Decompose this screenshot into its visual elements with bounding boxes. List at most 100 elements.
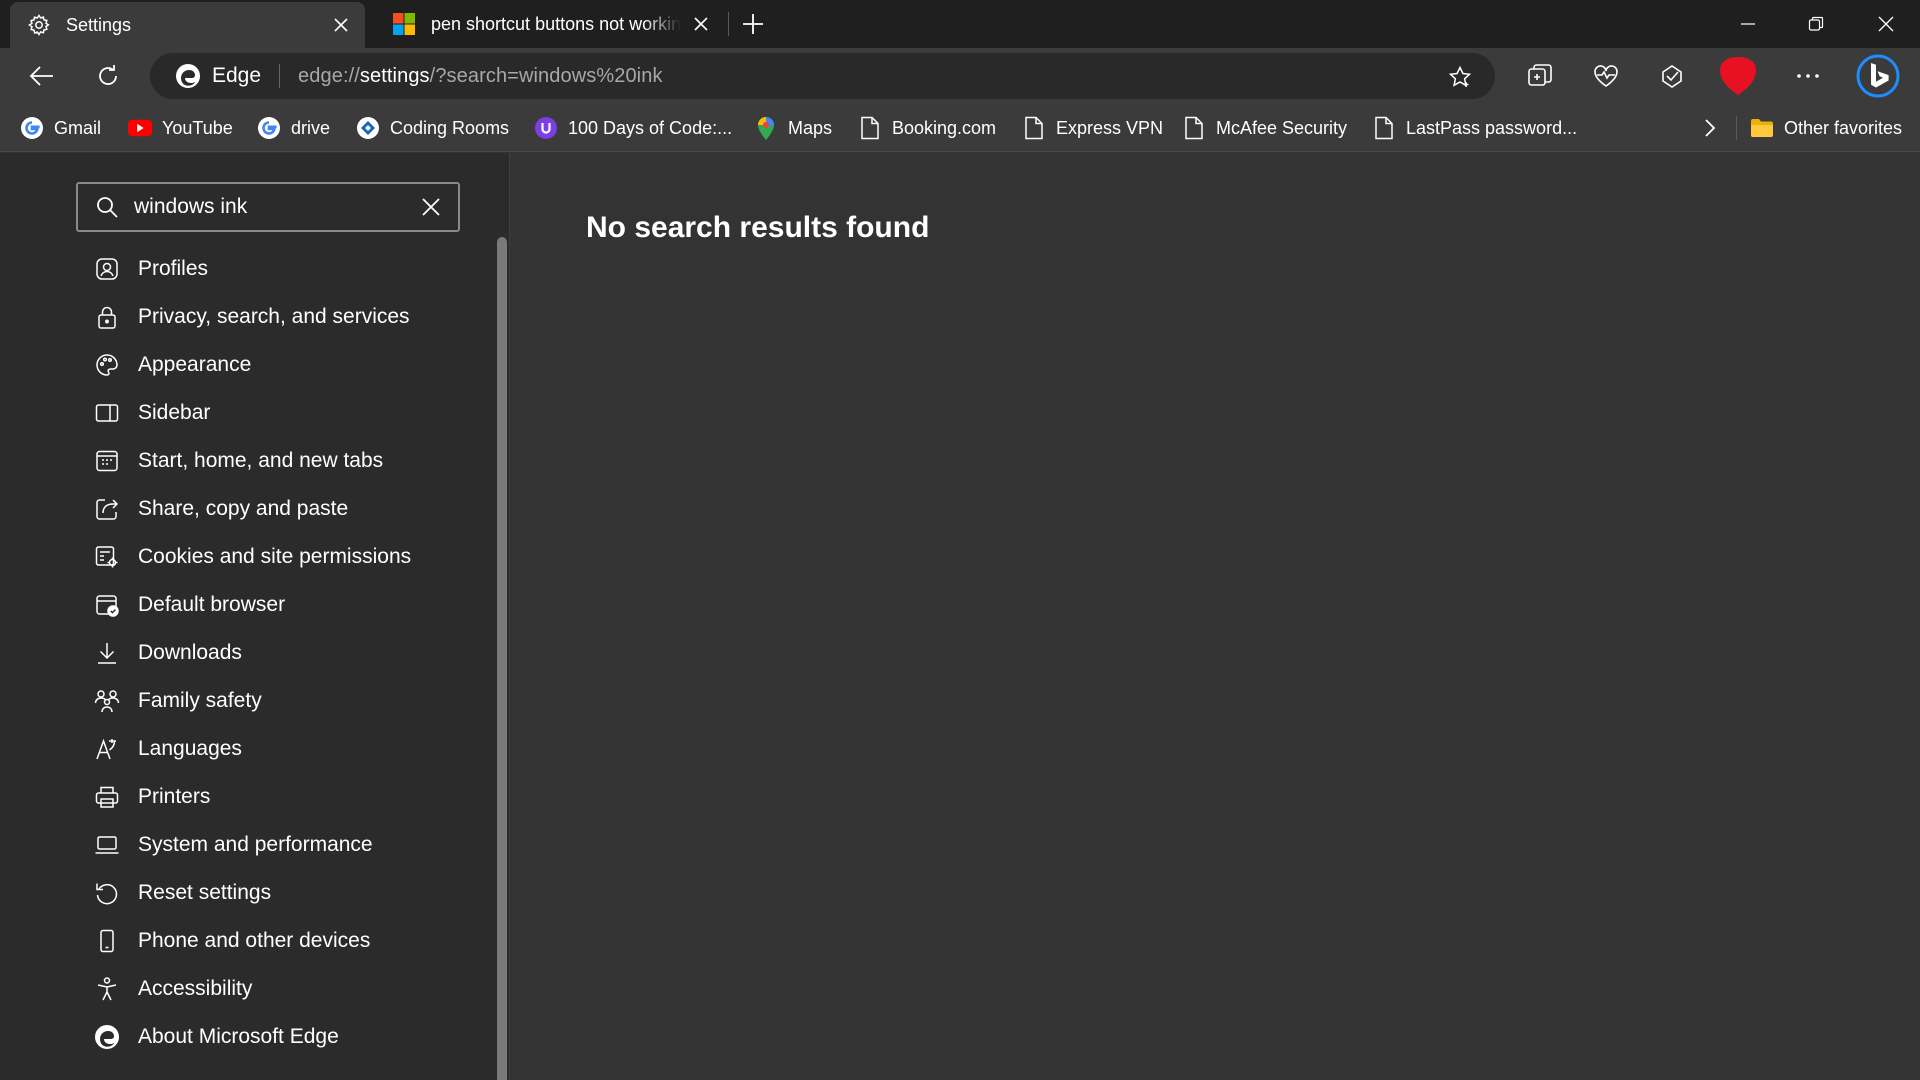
microsoft-logo-icon — [391, 11, 417, 37]
favorite-youtube[interactable]: YouTube — [128, 104, 233, 152]
nav-item-label: Profiles — [138, 257, 209, 280]
nav-item-phone-devices[interactable]: Phone and other devices — [92, 917, 492, 965]
url-text[interactable]: edge://settings/?search=windows%20ink — [298, 65, 663, 88]
nav-item-label: Downloads — [138, 641, 242, 664]
favorite-star-icon[interactable] — [1447, 64, 1473, 90]
nav-item-about-edge[interactable]: About Microsoft Edge — [92, 1013, 492, 1061]
nav-item-label: Default browser — [138, 593, 286, 616]
url-path: /?search=windows%20ink — [429, 64, 663, 87]
tab-pen-shortcut[interactable]: pen shortcut buttons not working — [375, 0, 725, 48]
settings-search-box[interactable] — [76, 182, 460, 232]
search-icon — [94, 194, 120, 220]
back-button[interactable] — [22, 56, 62, 96]
tab-divider — [728, 12, 729, 36]
settings-main-content: No search results found — [511, 153, 1920, 1080]
favorite-label: Coding Rooms — [390, 117, 510, 138]
maps-pin-icon — [754, 116, 778, 140]
nav-item-appearance[interactable]: Appearance — [92, 341, 492, 389]
nav-item-privacy[interactable]: Privacy, search, and services — [92, 293, 492, 341]
url-prefix: edge:// — [298, 64, 360, 87]
lock-icon — [92, 302, 122, 332]
nav-item-sidebar[interactable]: Sidebar — [92, 389, 492, 437]
tab-title: Settings — [66, 14, 132, 35]
nav-item-label: Reset settings — [138, 881, 272, 904]
tab-title: pen shortcut buttons not working — [431, 13, 681, 34]
sidebar-scrollbar[interactable] — [497, 237, 507, 1080]
gear-icon — [26, 12, 52, 38]
phone-icon — [92, 926, 122, 956]
favorite-booking[interactable]: Booking.com — [858, 104, 996, 152]
100-days-icon — [534, 116, 558, 140]
settings-search-input[interactable] — [134, 184, 418, 230]
profile-avatar[interactable] — [1716, 56, 1760, 96]
favorite-coding-rooms[interactable]: Coding Rooms — [356, 104, 509, 152]
nav-item-printers[interactable]: Printers — [92, 773, 492, 821]
youtube-icon — [128, 116, 152, 140]
url-host: settings — [359, 64, 430, 87]
nav-item-label: Sidebar — [138, 401, 211, 424]
address-bar[interactable]: Edge edge://settings/?search=windows%20i… — [150, 53, 1495, 99]
nav-item-system-performance[interactable]: System and performance — [92, 821, 492, 869]
nav-item-accessibility[interactable]: Accessibility — [92, 965, 492, 1013]
edge-logo-icon — [92, 1022, 122, 1052]
favorite-mcafee[interactable]: McAfee Security — [1182, 104, 1347, 152]
close-window-button[interactable] — [1852, 0, 1920, 48]
clear-search-icon[interactable] — [418, 194, 444, 220]
folder-icon — [1750, 116, 1774, 140]
favorite-lastpass[interactable]: LastPass password... — [1372, 104, 1577, 152]
favorite-label: drive — [291, 117, 331, 138]
languages-icon — [92, 734, 122, 764]
nav-item-label: Languages — [138, 737, 242, 760]
share-icon — [92, 494, 122, 524]
new-tab-button[interactable] — [738, 10, 768, 38]
close-tab-icon[interactable] — [329, 13, 353, 37]
page-icon — [1372, 116, 1396, 140]
nav-item-languages[interactable]: Languages — [92, 725, 492, 773]
profiles-icon — [92, 254, 122, 284]
family-icon — [92, 686, 122, 716]
nav-item-reset-settings[interactable]: Reset settings — [92, 869, 492, 917]
browser-essentials-icon[interactable] — [1584, 56, 1628, 96]
nav-item-default-browser[interactable]: Default browser — [92, 581, 492, 629]
nav-item-profiles[interactable]: Profiles — [92, 245, 492, 293]
download-icon — [92, 638, 122, 668]
no-results-message: No search results found — [586, 211, 930, 244]
nav-item-family-safety[interactable]: Family safety — [92, 677, 492, 725]
more-options-icon[interactable] — [1786, 56, 1830, 96]
bing-chat-icon[interactable] — [1856, 54, 1900, 98]
extensions-icon[interactable] — [1650, 56, 1694, 96]
nav-item-downloads[interactable]: Downloads — [92, 629, 492, 677]
sidebar-icon — [92, 398, 122, 428]
laptop-icon — [92, 830, 122, 860]
other-favorites-folder[interactable]: Other favorites — [1750, 104, 1902, 152]
printer-icon — [92, 782, 122, 812]
favorite-express-vpn[interactable]: Express VPN — [1022, 104, 1163, 152]
page-icon — [1182, 116, 1206, 140]
refresh-button[interactable] — [88, 56, 128, 96]
favorite-label: 100 Days of Code:... — [568, 117, 733, 138]
nav-item-cookies[interactable]: Cookies and site permissions — [92, 533, 492, 581]
site-identity-label: Edge — [212, 64, 262, 87]
favorite-label: Maps — [788, 117, 833, 138]
nav-item-label: Start, home, and new tabs — [138, 449, 384, 472]
minimize-button[interactable] — [1714, 0, 1782, 48]
nav-item-share-copy[interactable]: Share, copy and paste — [92, 485, 492, 533]
close-tab-icon[interactable] — [689, 12, 713, 36]
tab-settings[interactable]: Settings — [10, 2, 365, 48]
favorite-label: Express VPN — [1056, 117, 1164, 138]
restore-button[interactable] — [1782, 0, 1850, 48]
favorite-drive[interactable]: drive — [257, 104, 330, 152]
favorite-100-days[interactable]: 100 Days of Code:... — [534, 104, 732, 152]
google-icon — [257, 116, 281, 140]
favorite-maps[interactable]: Maps — [754, 104, 832, 152]
palette-icon — [92, 350, 122, 380]
favorite-label: YouTube — [162, 117, 233, 138]
nav-item-start-home[interactable]: Start, home, and new tabs — [92, 437, 492, 485]
chevron-right-icon[interactable] — [1696, 114, 1724, 142]
collections-icon[interactable] — [1518, 56, 1562, 96]
nav-item-label: Privacy, search, and services — [138, 305, 410, 328]
favorite-gmail[interactable]: Gmail — [20, 104, 101, 152]
favorites-divider — [1736, 116, 1737, 140]
google-icon — [20, 116, 44, 140]
nav-item-label: About Microsoft Edge — [138, 1025, 339, 1048]
